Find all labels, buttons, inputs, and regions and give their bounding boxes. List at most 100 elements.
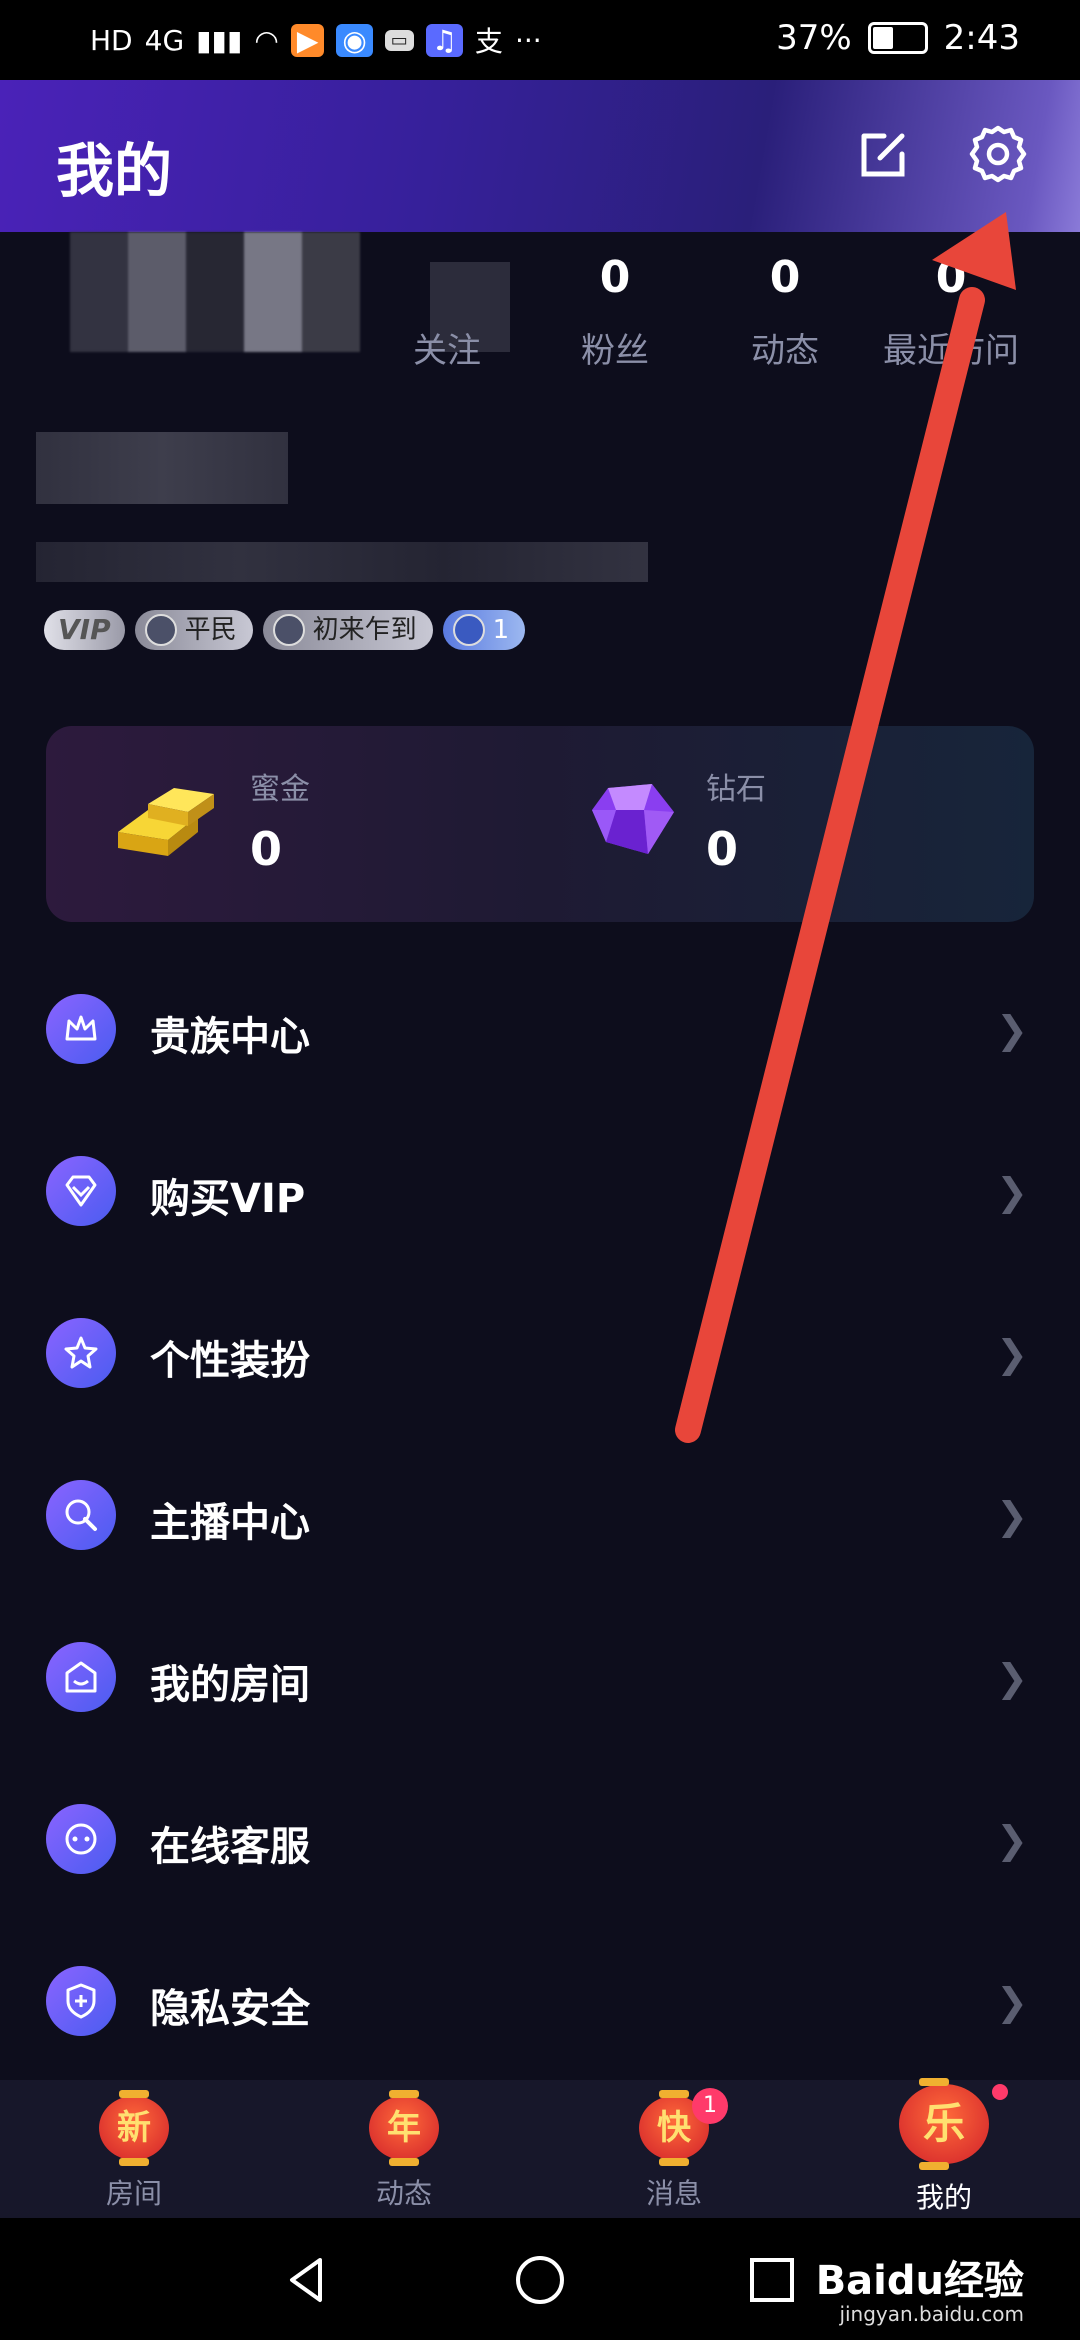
back-icon[interactable]: [280, 2252, 336, 2308]
alipay-icon: 支: [474, 25, 503, 58]
rank-label: 平民: [184, 615, 237, 645]
network-indicator: 4G: [144, 23, 185, 57]
chevron-right-icon: ❯: [996, 1170, 1028, 1214]
room-icon: [46, 1642, 116, 1712]
menu-label: 隐私安全: [150, 1986, 310, 2032]
notification-dot: [992, 2084, 1008, 2100]
watermark-url: jingyan.baidu.com: [839, 2302, 1024, 2326]
clock: 2:43: [943, 18, 1020, 58]
menu-label: 我的房间: [150, 1662, 310, 1708]
menu-item-anchor-center[interactable]: 主播中心 ❯: [0, 1442, 1080, 1604]
menu-item-personal-dressup[interactable]: 个性装扮 ❯: [0, 1280, 1080, 1442]
stat-posts[interactable]: 0 动态: [700, 252, 870, 372]
stat-fans[interactable]: 0 粉丝: [530, 252, 700, 372]
chevron-right-icon: ❯: [996, 1008, 1028, 1052]
badge-row: VIP 平民 初来乍到 1: [44, 610, 526, 650]
title-emblem-icon: [272, 614, 305, 646]
chat-icon: [46, 1804, 116, 1874]
diamond-balance[interactable]: 钻石 0: [706, 764, 766, 876]
page-title: 我的: [56, 137, 173, 205]
user-id-blurred: [36, 542, 648, 582]
stat-following[interactable]: 0 关注: [362, 252, 532, 372]
battery-percent: 37%: [776, 18, 852, 58]
profile-section: 0 关注 0 粉丝 0 动态 0 最近访问 VIP 平民 初来乍到 1: [0, 232, 1080, 682]
diamond-label: 钻石: [706, 772, 766, 807]
wifi-icon: ◠: [254, 23, 279, 57]
honey-label: 蜜金: [250, 772, 310, 807]
diamond-icon: [592, 784, 674, 854]
tab-mine[interactable]: 乐 我的: [864, 2078, 1024, 2216]
stat-label: 粉丝: [581, 331, 649, 371]
tab-messages[interactable]: 快 1 消息: [594, 2088, 754, 2212]
shield-icon: [46, 1966, 116, 2036]
wallet-card: 蜜金 0 钻石 0: [46, 726, 1034, 922]
gold-bar-icon: [118, 788, 214, 856]
tab-label: 消息: [645, 2177, 702, 2210]
lantern-icon: 乐: [899, 2078, 989, 2170]
bottom-tab-bar: 新 房间 年 动态 快 1 消息 乐 我的: [0, 2078, 1080, 2218]
page-header: 我的: [0, 80, 1080, 232]
honey-value: 0: [250, 822, 283, 876]
diamond-vip-icon: [46, 1156, 116, 1226]
app-notification-icon: ▭: [384, 29, 414, 51]
rank-badge[interactable]: 平民: [134, 610, 253, 650]
stat-recent-visits[interactable]: 0 最近访问: [866, 252, 1036, 372]
stat-label: 关注: [413, 331, 481, 371]
star-icon: [46, 1318, 116, 1388]
level-emblem-icon: [452, 614, 485, 646]
stat-value: 0: [769, 252, 801, 303]
crown-icon: [46, 994, 116, 1064]
home-icon[interactable]: [512, 2252, 568, 2308]
menu-item-noble-center[interactable]: 贵族中心 ❯: [0, 956, 1080, 1118]
app-notification-icon: ◉: [336, 23, 373, 57]
tab-label: 动态: [375, 2177, 432, 2210]
honey-balance[interactable]: 蜜金 0: [250, 764, 310, 876]
chevron-right-icon: ❯: [996, 1494, 1028, 1538]
tab-feed[interactable]: 年 动态: [324, 2090, 484, 2212]
chevron-right-icon: ❯: [996, 1980, 1028, 2024]
avatar[interactable]: [70, 232, 360, 352]
signal-icon: ▮▮▮: [196, 23, 243, 57]
menu-item-my-room[interactable]: 我的房间 ❯: [0, 1604, 1080, 1766]
menu-item-privacy-security[interactable]: 隐私安全 ❯: [0, 1928, 1080, 2090]
stat-label: 动态: [751, 331, 819, 371]
level-badge[interactable]: 1: [442, 610, 526, 650]
stat-label: 最近访问: [883, 331, 1019, 371]
menu-label: 贵族中心: [150, 1014, 310, 1060]
rank-shield-icon: [144, 614, 177, 646]
status-right: 37% 2:43: [776, 18, 1020, 58]
settings-button[interactable]: [966, 122, 1030, 186]
level-label: 1: [492, 615, 510, 645]
status-left-icons: HD 4G ▮▮▮ ◠ ▶ ◉ ▭ ♫ 支 ···: [90, 20, 542, 60]
edit-icon: [861, 133, 905, 177]
hd-indicator: HD: [90, 23, 133, 57]
watermark-brand: Baidu经验: [815, 2258, 1024, 2304]
menu-list: 贵族中心 ❯ 购买VIP ❯ 个性装扮 ❯ 主播中心 ❯ 我的房间 ❯ 在线客服: [0, 956, 1080, 2090]
menu-item-buy-vip[interactable]: 购买VIP ❯: [0, 1118, 1080, 1280]
battery-icon: [867, 22, 928, 54]
status-bar: HD 4G ▮▮▮ ◠ ▶ ◉ ▭ ♫ 支 ··· 37% 2:43: [0, 0, 1080, 80]
unread-badge: 1: [692, 2088, 728, 2124]
diamond-value: 0: [706, 822, 739, 876]
chevron-right-icon: ❯: [996, 1656, 1028, 1700]
tab-rooms[interactable]: 新 房间: [54, 2090, 214, 2212]
menu-label: 在线客服: [150, 1824, 310, 1870]
tab-label: 房间: [105, 2177, 162, 2210]
menu-label: 购买VIP: [150, 1176, 306, 1222]
recents-icon[interactable]: [744, 2252, 800, 2308]
chevron-right-icon: ❯: [996, 1818, 1028, 1862]
menu-item-online-support[interactable]: 在线客服 ❯: [0, 1766, 1080, 1928]
more-notifications-icon: ···: [514, 23, 542, 57]
menu-label: 个性装扮: [150, 1338, 310, 1384]
gear-icon: [969, 125, 1027, 183]
vip-badge[interactable]: VIP: [44, 610, 125, 650]
microphone-icon: [46, 1480, 116, 1550]
lantern-icon: 新: [99, 2090, 169, 2166]
title-badge[interactable]: 初来乍到: [262, 610, 433, 650]
tab-label: 我的: [915, 2181, 972, 2214]
edit-button[interactable]: [852, 122, 916, 186]
title-label: 初来乍到: [312, 615, 417, 645]
menu-label: 主播中心: [150, 1500, 310, 1546]
username-blurred: [36, 432, 288, 504]
app-notification-icon: ♫: [425, 23, 463, 57]
